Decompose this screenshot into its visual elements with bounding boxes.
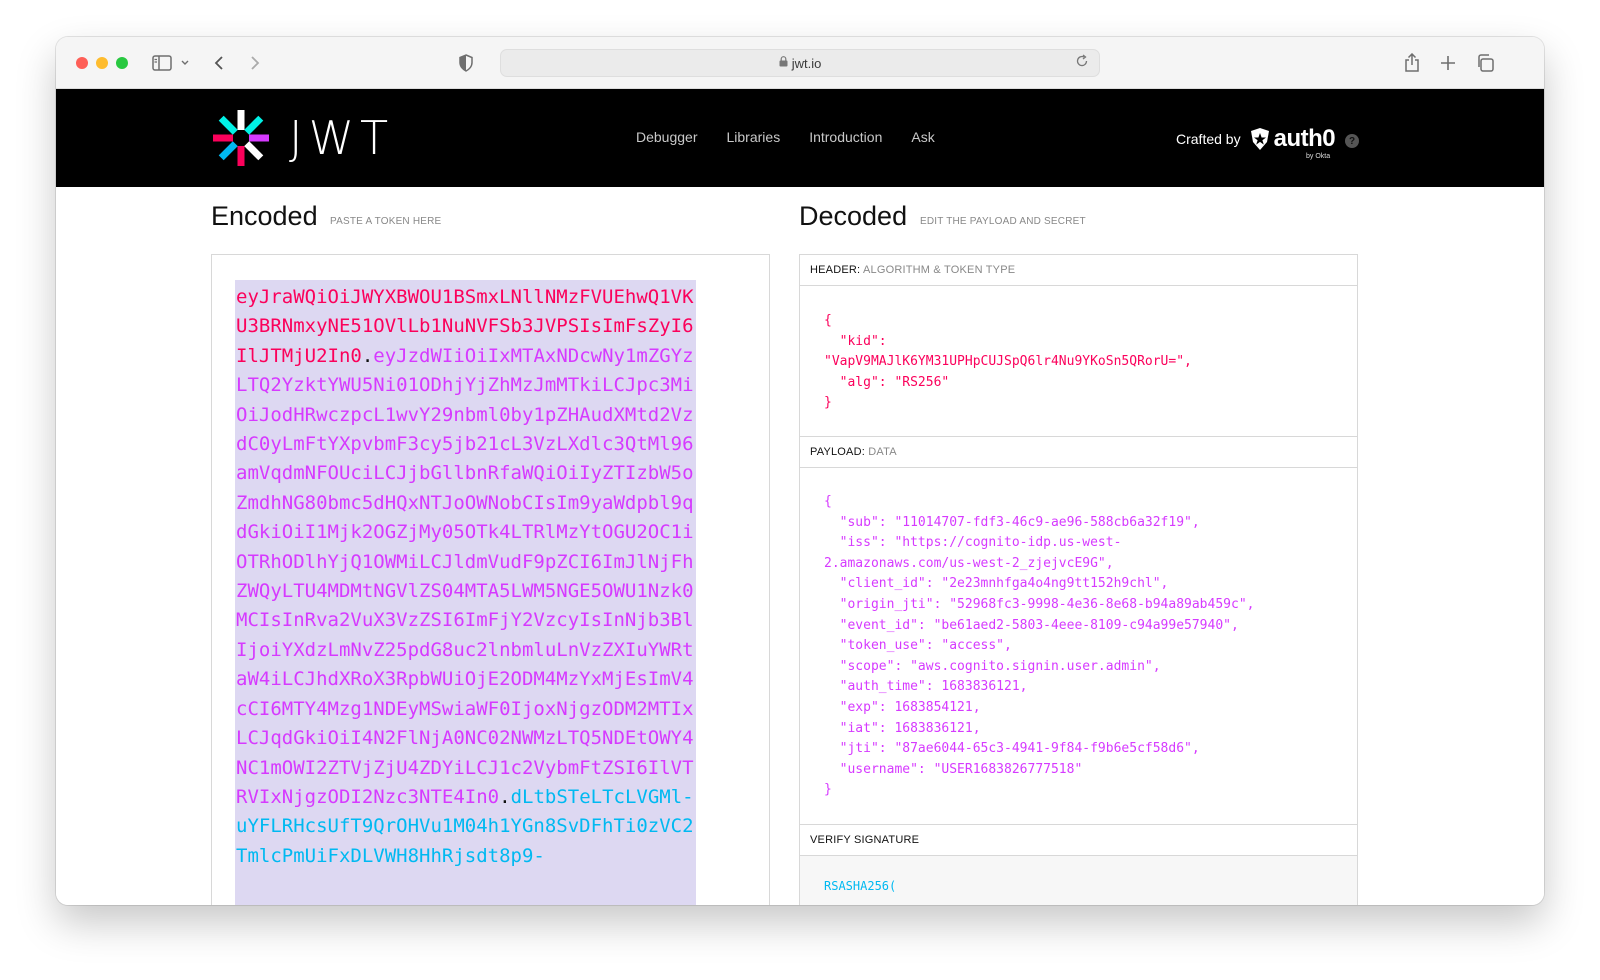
encoded-title: Encoded [211,201,318,231]
crafted-by-auth0[interactable]: Crafted by auth0 by Okta ? [1176,125,1360,160]
new-tab-icon[interactable] [1438,51,1458,75]
token-dot: . [499,785,511,808]
sidebar-toggle-icon[interactable] [150,51,174,75]
header-json-editor[interactable]: { "kid": "VapV9MAJlK6YM31UPHpCUJSpQ6lr4N… [800,286,1357,437]
token-dot: . [361,344,374,367]
reload-icon[interactable] [1075,54,1089,71]
by-okta-label: by Okta [1306,153,1331,160]
auth0-wordmark: auth0 [1273,125,1336,152]
help-icon[interactable]: ? [1345,134,1360,148]
logo-text: JWT [289,111,395,165]
payload-json: { "sub": "11014707-fdf3-46c9-ae96-588cb6… [824,494,1255,798]
payload-label: PAYLOAD: [810,446,865,458]
crafted-by-label: Crafted by [1176,131,1241,147]
auth0-shield-icon [1250,128,1269,150]
share-icon[interactable] [1402,51,1422,75]
header-sublabel: ALGORITHM & TOKEN TYPE [862,264,1016,276]
lock-icon [779,56,788,70]
privacy-shield-icon[interactable] [456,51,476,75]
nav-ask[interactable]: Ask [911,129,934,145]
nav-debugger[interactable]: Debugger [636,129,698,145]
payload-sublabel: DATA [868,446,897,458]
decoded-subtitle: EDIT THE PAYLOAD AND SECRET [920,216,1086,227]
main-nav: Debugger Libraries Introduction Ask [636,129,935,145]
header-label: HEADER: [810,264,861,276]
browser-window: jwt.io JWT Debugger Libraries Introducti… [56,37,1544,905]
token-payload-part: eyJzdWIiOiIxMTAxNDcwNy1mZGYzLTQ2YzktYWU5… [236,344,694,808]
signature-editor[interactable]: RSASHA256( [800,856,1357,905]
encoded-token-text[interactable]: eyJraWQiOiJWYXBWOU1BSmxLNllNMzFVUEhwQ1VK… [235,280,696,905]
auth0-logo: auth0 [1249,125,1336,153]
nav-introduction[interactable]: Introduction [809,129,882,145]
encoded-subtitle: PASTE A TOKEN HERE [330,216,442,227]
header-section-title: HEADER: ALGORITHM & TOKEN TYPE [800,255,1357,286]
browser-toolbar: jwt.io [56,37,1544,89]
close-window-button[interactable] [76,57,88,69]
signature-label: VERIFY SIGNATURE [810,834,920,846]
signature-algorithm-line: RSASHA256( [824,879,897,893]
encoded-token-editor[interactable]: eyJraWQiOiJWYXBWOU1BSmxLNllNMzFVUEhwQ1VK… [211,254,770,905]
jwt-star-icon [213,110,269,166]
address-bar[interactable]: jwt.io [500,49,1100,77]
decoded-panel: HEADER: ALGORITHM & TOKEN TYPE { "kid": … [799,254,1358,905]
url-text: jwt.io [791,55,822,71]
forward-arrow-icon[interactable] [246,51,264,75]
payload-json-editor[interactable]: { "sub": "11014707-fdf3-46c9-ae96-588cb6… [800,468,1357,825]
header-json: { "kid": "VapV9MAJlK6YM31UPHpCUJSpQ6lr4N… [824,313,1192,411]
jwt-logo[interactable]: JWT [211,108,394,168]
nav-libraries[interactable]: Libraries [727,129,781,145]
decoded-title: Decoded [799,201,908,231]
back-arrow-icon[interactable] [210,51,228,75]
minimize-window-button[interactable] [96,57,108,69]
signature-section-title: VERIFY SIGNATURE [800,825,1357,856]
debugger-main: Encoded PASTE A TOKEN HERE Decoded EDIT … [56,187,1544,905]
site-header: JWT Debugger Libraries Introduction Ask … [56,89,1544,187]
tab-overview-icon[interactable] [1474,51,1496,75]
zoom-window-button[interactable] [116,57,128,69]
payload-section-title: PAYLOAD: DATA [800,437,1357,468]
chevron-down-icon[interactable] [179,51,191,75]
